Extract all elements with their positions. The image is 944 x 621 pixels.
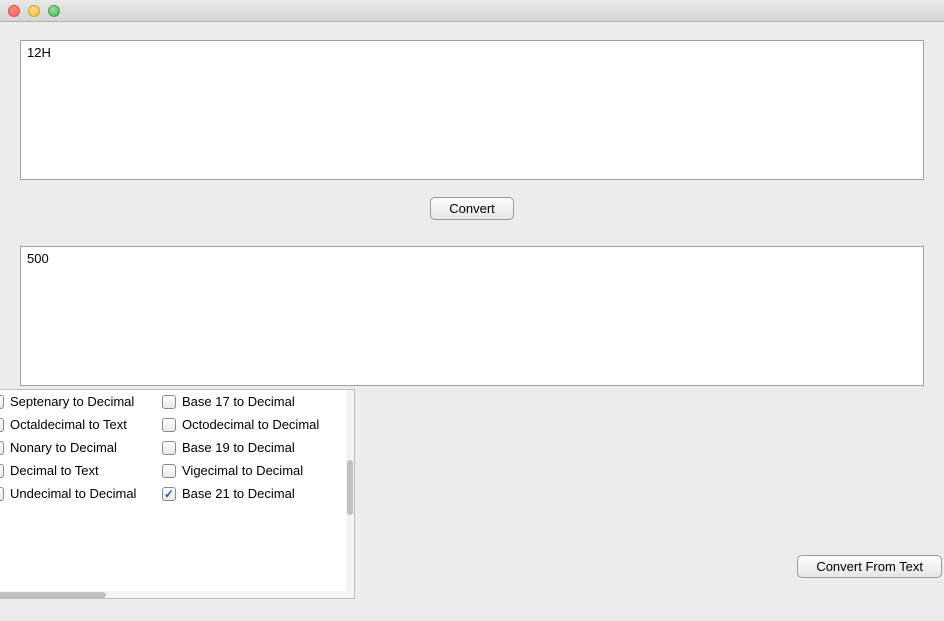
scrollbar-thumb[interactable] [347, 460, 353, 515]
convert-button[interactable]: Convert [430, 197, 514, 220]
input-textarea[interactable] [20, 40, 924, 180]
window-titlebar [0, 0, 944, 22]
checkbox-icon[interactable] [162, 441, 176, 455]
zoom-icon[interactable] [48, 5, 60, 17]
option-label: Vigecimal to Decimal [182, 463, 303, 478]
close-icon[interactable] [8, 5, 20, 17]
checkbox-icon[interactable] [162, 464, 176, 478]
option-row[interactable]: Undecimal to Decimal [0, 482, 162, 505]
option-row[interactable]: Base 17 to Decimal [162, 390, 342, 413]
option-label: Octaldecimal to Text [10, 417, 127, 432]
options-vertical-scrollbar[interactable] [346, 390, 354, 598]
checkbox-icon[interactable] [0, 395, 4, 409]
checkbox-icon[interactable] [162, 418, 176, 432]
options-panel: Senary to Decimal Septenary to Decimal O… [0, 389, 355, 599]
option-label: Base 21 to Decimal [182, 486, 295, 501]
option-label: Undecimal to Decimal [10, 486, 136, 501]
option-label: Septenary to Decimal [10, 394, 134, 409]
checkbox-icon[interactable] [0, 418, 4, 432]
option-row[interactable]: Vigecimal to Decimal [162, 459, 342, 482]
option-label: Nonary to Decimal [10, 440, 117, 455]
output-textarea[interactable] [20, 246, 924, 386]
option-label: Base 19 to Decimal [182, 440, 295, 455]
checkbox-icon[interactable] [0, 464, 4, 478]
option-row[interactable]: Octaldecimal to Text [0, 413, 162, 436]
option-row[interactable]: Nonary to Decimal [0, 436, 162, 459]
lower-pane: Senary to Decimal Septenary to Decimal O… [0, 389, 944, 607]
option-label: Octodecimal to Decimal [182, 417, 319, 432]
option-label: Base 17 to Decimal [182, 394, 295, 409]
options-column-a: Senary to Decimal Septenary to Decimal O… [0, 389, 162, 505]
checkbox-icon[interactable] [162, 487, 176, 501]
right-pane: Convert From Text [355, 389, 944, 607]
option-row[interactable]: Octodecimal to Decimal [162, 413, 342, 436]
option-row[interactable]: Base 21 to Decimal [162, 482, 342, 505]
checkbox-icon[interactable] [162, 395, 176, 409]
minimize-icon[interactable] [28, 5, 40, 17]
option-row[interactable]: Decimal to Text [0, 459, 162, 482]
checkbox-icon[interactable] [0, 487, 4, 501]
options-inner: Senary to Decimal Septenary to Decimal O… [0, 389, 354, 505]
option-label: Decimal to Text [10, 463, 99, 478]
option-row[interactable]: Septenary to Decimal [0, 390, 162, 413]
convert-row: Convert [20, 197, 924, 220]
options-column-b: Hexadecimal to Text Base 17 to Decimal O… [162, 389, 342, 505]
checkbox-icon[interactable] [0, 441, 4, 455]
content-area: Convert [0, 22, 944, 389]
scrollbar-thumb[interactable] [0, 592, 106, 598]
option-row[interactable]: Base 19 to Decimal [162, 436, 342, 459]
convert-from-text-button[interactable]: Convert From Text [797, 555, 942, 578]
options-horizontal-scrollbar[interactable] [0, 591, 354, 599]
